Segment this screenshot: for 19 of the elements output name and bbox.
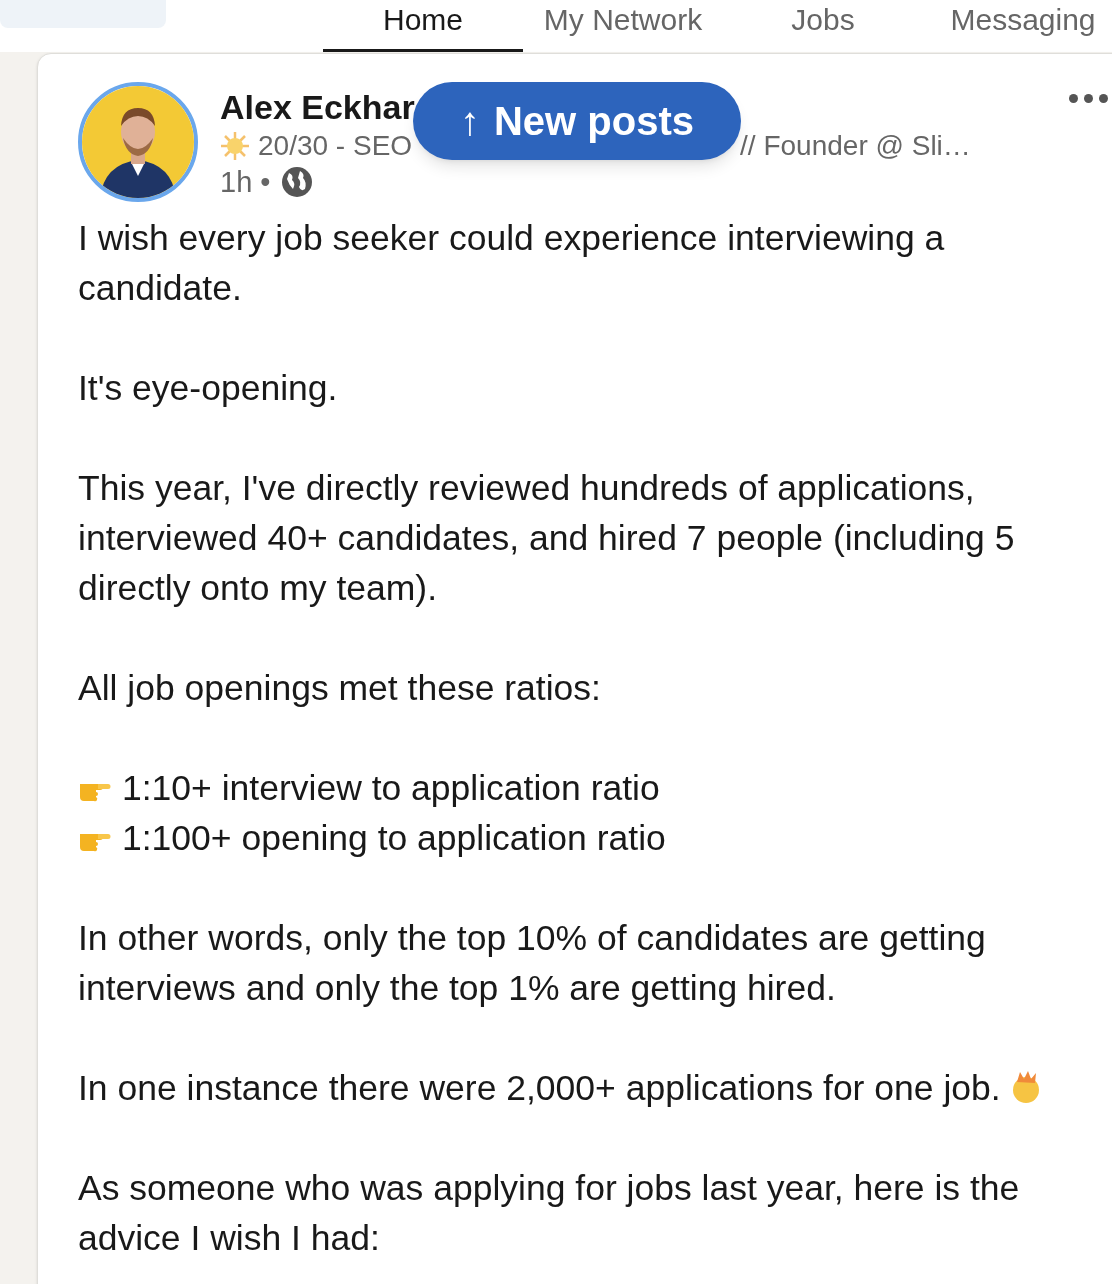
nav-tab[interactable]: My Network xyxy=(523,2,723,52)
post-paragraph: I wish every job seeker could experience interviewing a candidate. xyxy=(78,217,946,310)
post-paragraph: This year, I've directly reviewed hundreds of applications, interviewed 40+ candidates, and hired 7 people (including 5 directly onto my team). xyxy=(78,467,1016,610)
nav-tab[interactable]: Jobs xyxy=(723,2,923,52)
bullet-line: 1:100+ opening to application ratio xyxy=(78,813,1092,863)
post-paragraph: All job openings met these ratios: xyxy=(78,667,602,710)
post-paragraph: It's eye-opening. xyxy=(78,367,339,410)
post-paragraph: In one instance there were 2,000+ applications for one job. xyxy=(78,1063,1092,1113)
author-headline: // Founder @ Sli… xyxy=(740,129,971,163)
post-paragraph: As someone who was applying for jobs last year, here is the advice I wish I had: xyxy=(78,1167,1021,1260)
author-headline: 20/30 - SEO xyxy=(258,129,413,163)
bullet-line: 1:10+ interview to application ratio xyxy=(78,763,1092,813)
nav-tab[interactable]: Messaging xyxy=(923,2,1112,52)
author-name[interactable]: Alex Eckhar xyxy=(220,86,415,128)
post-time: 1h • xyxy=(220,165,271,200)
post-paragraph: In other words, only the top 10% of candidates are getting interviews and only the top 1% are getting hired. xyxy=(78,917,987,1010)
sun-icon xyxy=(220,131,250,161)
globe-icon xyxy=(280,165,315,199)
more-options-button[interactable] xyxy=(1067,92,1110,105)
